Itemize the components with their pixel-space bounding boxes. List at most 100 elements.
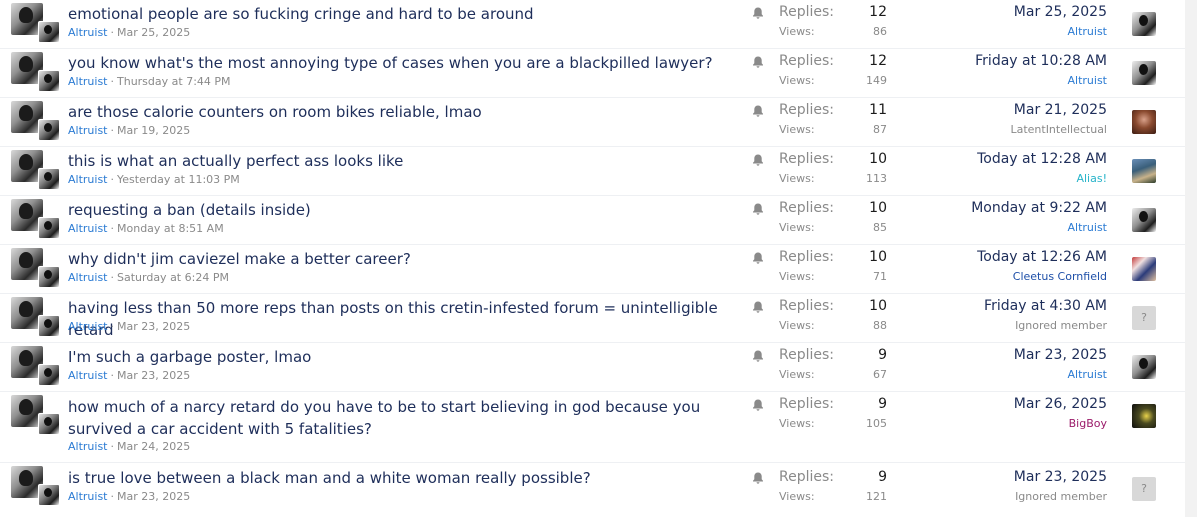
- thread-start-date[interactable]: Monday at 8:51 AM: [117, 222, 224, 235]
- last-poster-mini-avatar[interactable]: [38, 266, 60, 288]
- last-post-date[interactable]: Mar 23, 2025: [1014, 469, 1107, 485]
- thread-title[interactable]: you know what's the most annoying type o…: [68, 52, 740, 74]
- last-poster-avatar[interactable]: [1132, 404, 1156, 428]
- last-poster-avatar[interactable]: [1132, 110, 1156, 134]
- last-post-date[interactable]: Today at 12:28 AM: [977, 151, 1107, 167]
- replies-count: 9: [878, 396, 887, 412]
- thread-title[interactable]: requesting a ban (details inside): [68, 199, 740, 221]
- scrollbar[interactable]: [1185, 0, 1197, 517]
- last-poster-name[interactable]: Altruist: [1068, 368, 1108, 381]
- last-poster-mini-avatar[interactable]: [38, 168, 60, 190]
- views-count: 88: [873, 319, 887, 332]
- thread-start-date[interactable]: Mar 23, 2025: [117, 320, 190, 333]
- watch-bell-icon[interactable]: [751, 349, 765, 363]
- thread-author-link[interactable]: Altruist: [68, 75, 108, 88]
- thread-title[interactable]: how much of a narcy retard do you have t…: [68, 396, 740, 440]
- thread-author-avatars[interactable]: [11, 346, 60, 386]
- watch-bell-icon[interactable]: [751, 300, 765, 314]
- last-poster-mini-avatar[interactable]: [38, 119, 60, 141]
- replies-label: Replies:: [779, 347, 835, 363]
- thread-author-avatars[interactable]: [11, 150, 60, 190]
- last-post-date[interactable]: Monday at 9:22 AM: [971, 200, 1107, 216]
- thread-author-link[interactable]: Altruist: [68, 440, 108, 453]
- thread-author-link[interactable]: Altruist: [68, 320, 108, 333]
- watch-bell-icon[interactable]: [751, 202, 765, 216]
- thread-author-link[interactable]: Altruist: [68, 124, 108, 137]
- thread-title[interactable]: this is what an actually perfect ass loo…: [68, 150, 740, 172]
- views-count: 85: [873, 221, 887, 234]
- thread-row: I'm such a garbage poster, lmao Altruist…: [0, 343, 1185, 392]
- thread-start-date[interactable]: Mar 25, 2025: [117, 26, 190, 39]
- thread-author-avatars[interactable]: [11, 466, 60, 506]
- last-post-date[interactable]: Mar 23, 2025: [1014, 347, 1107, 363]
- watch-bell-icon[interactable]: [751, 104, 765, 118]
- last-poster-avatar[interactable]: [1132, 12, 1156, 36]
- thread-start-date[interactable]: Mar 19, 2025: [117, 124, 190, 137]
- thread-meta: Altruist · Saturday at 6:24 PM: [68, 271, 229, 284]
- last-post-date[interactable]: Friday at 10:28 AM: [975, 53, 1107, 69]
- last-poster-name[interactable]: Alias!: [1076, 172, 1107, 185]
- last-poster-mini-avatar[interactable]: [38, 364, 60, 386]
- last-poster-name[interactable]: Altruist: [1068, 74, 1108, 87]
- last-poster-name[interactable]: Altruist: [1068, 221, 1108, 234]
- thread-author-avatars[interactable]: [11, 3, 60, 43]
- last-poster-avatar[interactable]: [1132, 355, 1156, 379]
- thread-author-link[interactable]: Altruist: [68, 369, 108, 382]
- thread-title[interactable]: are those calorie counters on room bikes…: [68, 101, 740, 123]
- thread-author-link[interactable]: Altruist: [68, 271, 108, 284]
- last-poster-name[interactable]: LatentIntellectual: [1010, 123, 1107, 136]
- last-post-date[interactable]: Friday at 4:30 AM: [984, 298, 1107, 314]
- thread-start-date[interactable]: Mar 23, 2025: [117, 369, 190, 382]
- last-poster-mini-avatar[interactable]: [38, 217, 60, 239]
- thread-author-avatars[interactable]: [11, 52, 60, 92]
- views-label: Views:: [779, 417, 815, 430]
- thread-start-date[interactable]: Saturday at 6:24 PM: [117, 271, 229, 284]
- replies-label: Replies:: [779, 200, 835, 216]
- replies-label: Replies:: [779, 298, 835, 314]
- last-post-date[interactable]: Mar 26, 2025: [1014, 396, 1107, 412]
- thread-title[interactable]: is true love between a black man and a w…: [68, 467, 740, 489]
- last-post-date[interactable]: Mar 25, 2025: [1014, 4, 1107, 20]
- last-poster-avatar[interactable]: [1132, 257, 1156, 281]
- watch-bell-icon[interactable]: [751, 471, 765, 485]
- last-poster-name[interactable]: Altruist: [1068, 25, 1108, 38]
- thread-row: are those calorie counters on room bikes…: [0, 98, 1185, 147]
- thread-author-link[interactable]: Altruist: [68, 490, 108, 503]
- last-post-date[interactable]: Today at 12:26 AM: [977, 249, 1107, 265]
- thread-title[interactable]: emotional people are so fucking cringe a…: [68, 3, 740, 25]
- last-poster-name[interactable]: Cleetus Cornfield: [1013, 270, 1107, 283]
- last-poster-mini-avatar[interactable]: [38, 21, 60, 43]
- thread-author-avatars[interactable]: [11, 101, 60, 141]
- thread-author-link[interactable]: Altruist: [68, 173, 108, 186]
- thread-title[interactable]: I'm such a garbage poster, lmao: [68, 346, 740, 368]
- thread-start-date[interactable]: Yesterday at 11:03 PM: [117, 173, 240, 186]
- thread-author-avatars[interactable]: [11, 199, 60, 239]
- last-poster-avatar[interactable]: [1132, 208, 1156, 232]
- meta-separator: ·: [110, 271, 115, 284]
- last-poster-avatar[interactable]: [1132, 61, 1156, 85]
- views-count: 105: [866, 417, 887, 430]
- thread-author-avatars[interactable]: [11, 297, 60, 337]
- last-poster-name[interactable]: BigBoy: [1069, 417, 1107, 430]
- last-poster-mini-avatar[interactable]: [38, 315, 60, 337]
- thread-start-date[interactable]: Thursday at 7:44 PM: [117, 75, 231, 88]
- views-label: Views:: [779, 123, 815, 136]
- watch-bell-icon[interactable]: [751, 153, 765, 167]
- last-poster-avatar[interactable]: [1132, 159, 1156, 183]
- thread-author-avatars[interactable]: [11, 395, 60, 435]
- thread-start-date[interactable]: Mar 23, 2025: [117, 490, 190, 503]
- last-poster-mini-avatar[interactable]: [38, 484, 60, 506]
- last-poster-mini-avatar[interactable]: [38, 413, 60, 435]
- thread-author-link[interactable]: Altruist: [68, 222, 108, 235]
- thread-start-date[interactable]: Mar 24, 2025: [117, 440, 190, 453]
- watch-bell-icon[interactable]: [751, 55, 765, 69]
- last-post-date[interactable]: Mar 21, 2025: [1014, 102, 1107, 118]
- last-poster-mini-avatar[interactable]: [38, 70, 60, 92]
- watch-bell-icon[interactable]: [751, 398, 765, 412]
- thread-author-link[interactable]: Altruist: [68, 26, 108, 39]
- thread-title[interactable]: having less than 50 more reps than posts…: [68, 297, 740, 341]
- watch-bell-icon[interactable]: [751, 251, 765, 265]
- thread-title[interactable]: why didn't jim caviezel make a better ca…: [68, 248, 740, 270]
- watch-bell-icon[interactable]: [751, 6, 765, 20]
- thread-author-avatars[interactable]: [11, 248, 60, 288]
